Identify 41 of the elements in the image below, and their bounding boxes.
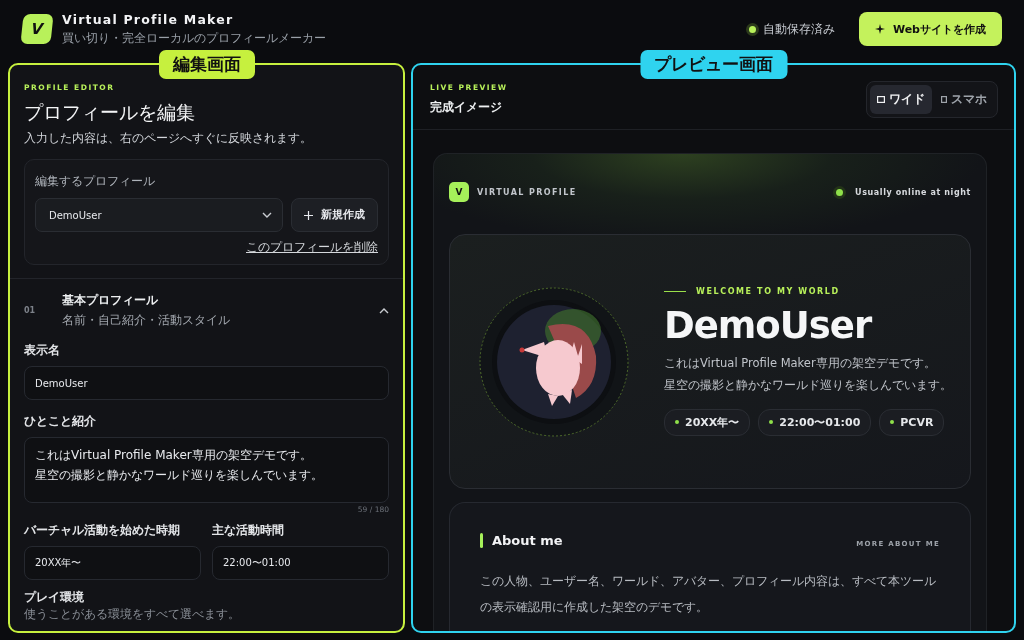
- section-subtitle: 名前・自己紹介・活動スタイル: [62, 312, 231, 329]
- field-label: 表示名: [24, 342, 61, 359]
- profile-dropdown[interactable]: DemoUser: [35, 198, 283, 232]
- app-subtitle: 買い切り・完全ローカルのプロフィールメーカー: [62, 29, 326, 47]
- view-mode-tab[interactable]: ワイド: [870, 84, 932, 114]
- section-number: 01: [24, 306, 37, 315]
- field-label: バーチャル活動を始めた時期: [24, 522, 181, 539]
- input-field[interactable]: 22:00〜01:00: [212, 546, 389, 580]
- about-title: About me: [492, 533, 564, 548]
- info-chip: 22:00〜01:00: [758, 408, 872, 436]
- hero-bio: 星空の撮影と静かなワールド巡りを楽しんでいます。: [664, 377, 952, 394]
- about-text: この人物、ユーザー名、ワールド、アバター、プロフィール内容は、すべて本ツールの表示確認用に作成した架空のデモです。: [480, 573, 937, 617]
- preview-tag: プレビュー画面: [640, 50, 787, 79]
- input-field[interactable]: DemoUser: [24, 366, 389, 400]
- new-profile-button[interactable]: 新規作成: [291, 198, 378, 232]
- create-website-button[interactable]: Webサイトを作成: [858, 12, 1002, 46]
- input-field[interactable]: 20XX年〜: [24, 546, 201, 580]
- field-label: ひとこと紹介: [24, 413, 97, 430]
- hero-name: DemoUser: [664, 304, 873, 348]
- preview-title: 完成イメージ: [430, 98, 503, 116]
- field-hint: 使うことがある環境をすべて選べます。: [24, 606, 241, 623]
- editor-tag: 編集画面: [158, 50, 255, 79]
- editor-title: プロフィールを編集: [24, 100, 196, 125]
- save-status: 自動保存済み: [762, 20, 835, 38]
- online-status: Usually online at night: [855, 187, 971, 197]
- hero-eyebrow: WELCOME TO MY WORLD: [696, 287, 840, 297]
- info-chip: 20XX年〜: [664, 408, 751, 436]
- site-brand: VIRTUAL PROFILE: [477, 187, 578, 197]
- field-label: 編集するプロフィール: [35, 174, 155, 188]
- editor-subtitle: 入力した内容は、右のページへすぐに反映されます。: [24, 130, 313, 147]
- field-label: プレイ環境: [24, 589, 85, 606]
- app-title: Virtual Profile Maker: [62, 11, 235, 27]
- view-mode-tab[interactable]: スマホ: [934, 84, 994, 114]
- field-label: 主な活動時間: [212, 522, 285, 539]
- section-title: 基本プロフィール: [62, 292, 159, 309]
- hero-bio: これはVirtual Profile Maker専用の架空デモです。: [664, 355, 937, 373]
- delete-profile-link[interactable]: このプロフィールを削除: [246, 239, 378, 256]
- site-logo: V: [449, 182, 469, 202]
- info-chip: PCVR: [879, 408, 945, 436]
- text-area[interactable]: これはVirtual Profile Maker専用の架空デモです。 星空の撮影と静かなワールド巡りを楽しんでいます。: [24, 437, 389, 503]
- app-logo: V: [20, 14, 54, 44]
